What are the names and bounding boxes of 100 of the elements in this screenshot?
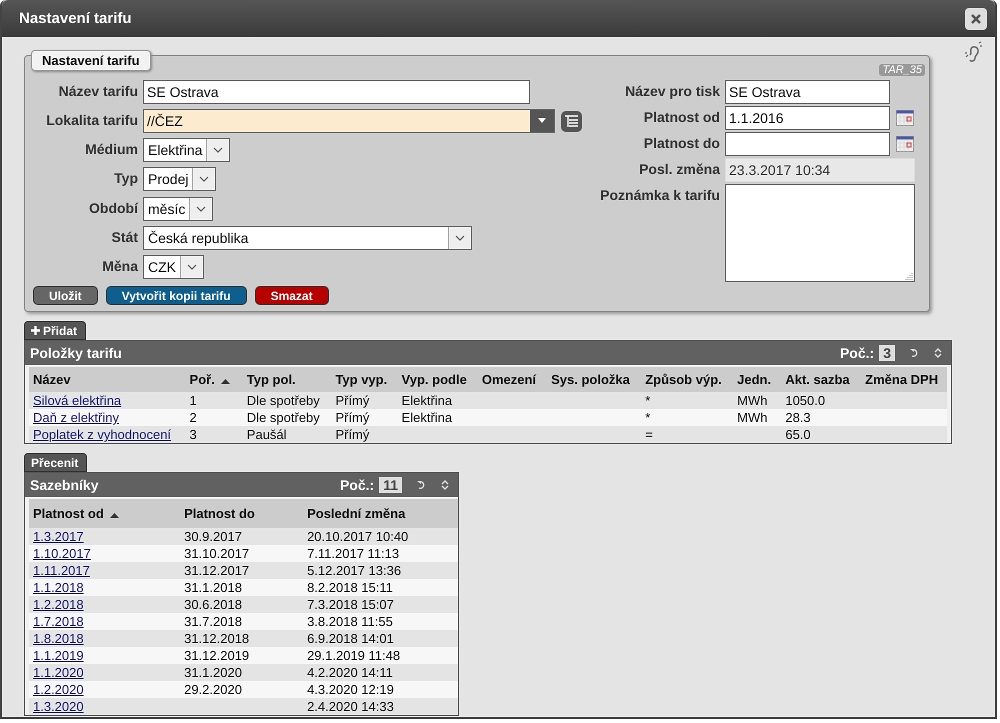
table-cell: 28.3 bbox=[785, 410, 811, 425]
table-cell: 30.6.2018 bbox=[184, 597, 242, 612]
table-cell: 29.1.2019 11:48 bbox=[307, 648, 400, 663]
count-value: 3 bbox=[879, 345, 895, 361]
table-cell: 3 bbox=[190, 427, 197, 442]
resize-grip-icon[interactable] bbox=[905, 272, 913, 280]
table-cell: 31.12.2019 bbox=[184, 648, 250, 663]
table-cell: 3.8.2018 11:55 bbox=[307, 614, 393, 629]
column-header[interactable]: Poř. bbox=[186, 367, 243, 392]
column-header[interactable]: Jedn. bbox=[733, 367, 782, 392]
date-field[interactable]: 1.1.2016 bbox=[725, 106, 890, 130]
refresh-icon[interactable] bbox=[910, 348, 919, 358]
table-cell: 6.9.2018 14:01 bbox=[307, 631, 394, 646]
add-button[interactable]: Přidat bbox=[24, 321, 86, 340]
field-label: Měna bbox=[101, 256, 138, 276]
dropdown-button[interactable] bbox=[530, 110, 554, 132]
date-field[interactable] bbox=[725, 132, 890, 156]
table-cell: * bbox=[645, 410, 650, 425]
calendar-icon[interactable] bbox=[896, 110, 914, 126]
table-cell: Dle spotřeby bbox=[246, 410, 320, 425]
table-cell: MWh bbox=[737, 410, 768, 425]
field-label: Lokalita tarifu bbox=[45, 111, 138, 130]
column-header[interactable]: Typ pol. bbox=[242, 367, 332, 392]
column-header[interactable]: Název bbox=[29, 367, 186, 392]
rate-link[interactable]: 1.10.2017 bbox=[33, 546, 91, 561]
field-label: Typ bbox=[113, 169, 138, 188]
table-cell: 4.2.2020 14:11 bbox=[307, 665, 393, 680]
close-icon bbox=[971, 14, 981, 24]
item-link[interactable]: Silová elektřina bbox=[33, 393, 122, 408]
column-header[interactable]: Platnost do bbox=[180, 499, 304, 528]
table-cell: Elektřina bbox=[402, 393, 452, 408]
caret-icon bbox=[196, 206, 206, 212]
field-label: Médium bbox=[84, 140, 138, 160]
select-field[interactable]: měsíc bbox=[143, 196, 214, 221]
table-cell: Přímý bbox=[335, 393, 370, 408]
select-field[interactable]: Elektřina bbox=[143, 138, 230, 162]
table-cell: Paušál bbox=[246, 427, 287, 442]
refresh-icon[interactable] bbox=[417, 480, 426, 490]
rate-link[interactable]: 1.2.2020 bbox=[33, 682, 84, 697]
rate-link[interactable]: 1.2.2018 bbox=[33, 597, 84, 612]
table-cell: MWh bbox=[737, 393, 768, 408]
action-button[interactable]: Vytvořit kopii tarifu bbox=[106, 286, 247, 305]
count-label: Poč.: bbox=[840, 345, 874, 361]
close-button[interactable] bbox=[965, 8, 987, 30]
table-cell: 31.1.2020 bbox=[184, 665, 242, 680]
rate-link[interactable]: 1.3.2017 bbox=[33, 529, 84, 544]
action-button[interactable]: Smazat bbox=[254, 286, 329, 305]
select-field[interactable]: Česká republika bbox=[143, 226, 472, 250]
column-header[interactable]: Způsob výp. bbox=[641, 367, 734, 392]
rate-link[interactable]: 1.8.2018 bbox=[33, 631, 84, 646]
table-cell: Přímý bbox=[335, 427, 370, 442]
recalculate-button[interactable]: Přecenit bbox=[24, 453, 88, 472]
rate-link[interactable]: 1.11.2017 bbox=[33, 563, 90, 578]
item-link[interactable]: Poplatek z vyhodnocení bbox=[33, 427, 172, 442]
rate-link[interactable]: 1.1.2020 bbox=[33, 665, 84, 680]
select-field[interactable]: CZK bbox=[143, 254, 204, 279]
note-textarea[interactable] bbox=[725, 184, 915, 282]
text-field[interactable]: SE Ostrava bbox=[725, 80, 890, 104]
table-title: Sazebníky bbox=[30, 477, 98, 493]
caret-icon bbox=[537, 118, 547, 124]
sort-icon[interactable] bbox=[441, 480, 449, 490]
count-label: Poč.: bbox=[340, 477, 374, 493]
sort-icon[interactable] bbox=[934, 348, 942, 358]
rate-link[interactable]: 1.7.2018 bbox=[33, 614, 84, 629]
list-icon[interactable] bbox=[561, 110, 582, 132]
column-header[interactable]: Poslední změna bbox=[303, 499, 458, 528]
count-value: 11 bbox=[379, 477, 402, 493]
rate-link[interactable]: 1.1.2018 bbox=[33, 580, 84, 595]
column-header[interactable]: Sys. položka bbox=[547, 367, 642, 392]
rate-link[interactable]: 1.1.2019 bbox=[33, 648, 84, 663]
readonly-field: 23.3.2017 10:34 bbox=[725, 158, 915, 182]
rate-link[interactable]: 1.3.2020 bbox=[33, 699, 84, 714]
table-cell: 20.10.2017 10:40 bbox=[307, 529, 408, 544]
table-cell: 65.0 bbox=[785, 427, 811, 442]
column-header[interactable]: Omezení bbox=[478, 367, 548, 392]
field-label: Období bbox=[88, 198, 138, 218]
calendar-icon[interactable] bbox=[896, 136, 914, 152]
column-header[interactable]: Typ vyp. bbox=[331, 367, 398, 392]
sort-arrow-icon bbox=[110, 512, 119, 518]
table-cell: 8.2.2018 15:11 bbox=[307, 580, 393, 595]
hearing-icon[interactable] bbox=[963, 41, 983, 63]
tariff-code-badge: TAR_35 bbox=[879, 64, 925, 76]
column-header[interactable]: Změna DPH bbox=[861, 367, 947, 392]
sort-arrow-icon bbox=[220, 378, 230, 384]
column-header[interactable]: Vyp. podle bbox=[398, 367, 478, 392]
table-cell: 2 bbox=[190, 410, 197, 425]
combo-field[interactable]: //ČEZ bbox=[143, 109, 555, 134]
plus-icon bbox=[31, 326, 40, 335]
field-label: Stát bbox=[110, 228, 138, 247]
field-label: Platnost od bbox=[642, 108, 720, 127]
table-cell: 4.3.2020 12:19 bbox=[307, 682, 394, 697]
field-label: Platnost do bbox=[642, 134, 720, 153]
table-cell: 29.2.2020 bbox=[184, 682, 242, 697]
column-header[interactable]: Akt. sazba bbox=[781, 367, 862, 392]
action-button[interactable]: Uložit bbox=[33, 286, 98, 305]
field-label: Název pro tisk bbox=[624, 82, 720, 101]
text-field[interactable]: SE Ostrava bbox=[143, 80, 530, 104]
column-header[interactable]: Platnost od bbox=[29, 499, 180, 528]
select-field[interactable]: Prodej bbox=[143, 167, 216, 192]
item-link[interactable]: Daň z elektřiny bbox=[33, 410, 119, 425]
